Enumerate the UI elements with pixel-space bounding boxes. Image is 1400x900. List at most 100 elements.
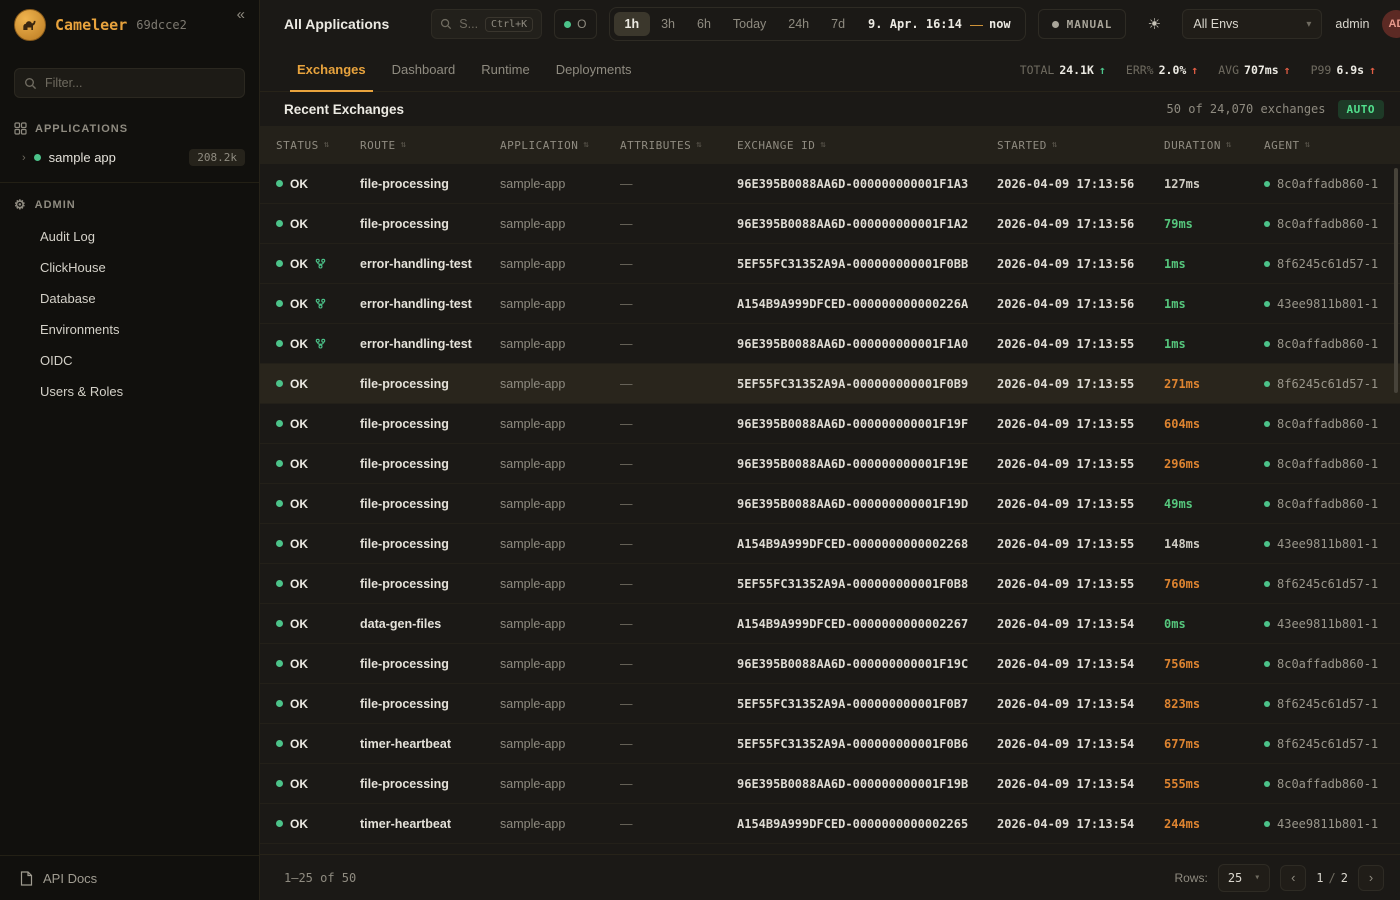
table-row[interactable]: OK error-handling-test sample-app — A154… [260, 284, 1400, 324]
table-row[interactable]: OK error-handling-test sample-app — 5EF5… [260, 244, 1400, 284]
table-row[interactable]: OK file-processing sample-app — 96E395B0… [260, 164, 1400, 204]
sidebar-item-database[interactable]: Database [0, 283, 259, 314]
column-header-route[interactable]: ROUTE⇅ [360, 139, 500, 152]
environment-select[interactable]: All Envs ▾ [1182, 9, 1322, 39]
column-header-status[interactable]: STATUS⇅ [276, 139, 360, 152]
previous-page-button[interactable]: ‹ [1280, 865, 1306, 891]
attributes-cell: — [620, 217, 737, 231]
status-cell: OK [276, 377, 360, 391]
exchange-id-cell: 96E395B0088AA6D-000000000001F1A0 [737, 337, 997, 351]
exchange-id-cell: 96E395B0088AA6D-000000000001F1A3 [737, 177, 997, 191]
sidebar-item-clickhouse[interactable]: ClickHouse [0, 252, 259, 283]
table-row[interactable]: OK file-processing sample-app — 5EF55FC3… [260, 364, 1400, 404]
time-range-today[interactable]: Today [722, 12, 777, 36]
theme-toggle-button[interactable]: ☀ [1139, 9, 1169, 39]
table-row[interactable]: OK timer-heartbeat sample-app — A154B9A9… [260, 804, 1400, 844]
online-toggle[interactable]: O [554, 9, 596, 39]
route-cell: file-processing [360, 777, 500, 791]
started-cell: 2026-04-09 17:13:54 [997, 777, 1164, 791]
agent-cell: 8f6245c61d57-1 [1264, 377, 1384, 391]
application-cell: sample-app [500, 617, 620, 631]
camel-logo-icon[interactable] [14, 9, 46, 41]
duration-cell: 296ms [1164, 457, 1264, 471]
tab-dashboard[interactable]: Dashboard [379, 48, 469, 91]
exchange-id-cell: A154B9A999DFCED-0000000000002267 [737, 617, 997, 631]
global-search-input[interactable]: S... Ctrl+K [431, 9, 542, 39]
table-row[interactable]: OK data-gen-files sample-app — A154B9A99… [260, 604, 1400, 644]
sidebar-item-audit-log[interactable]: Audit Log [0, 221, 259, 252]
sidebar: Cameleer 69dcce2 « Filter... APPLICATION… [0, 0, 260, 900]
table-row[interactable]: OK file-processing sample-app — 96E395B0… [260, 204, 1400, 244]
fork-icon [315, 298, 326, 309]
chevron-right-icon[interactable]: › [22, 152, 26, 164]
agent-status-dot [1264, 741, 1270, 747]
sidebar-collapse-icon[interactable]: « [237, 0, 245, 23]
table-row[interactable]: OK file-processing sample-app — 5EF55FC3… [260, 564, 1400, 604]
sidebar-item-sample-app[interactable]: › sample app 208.2k [0, 143, 259, 174]
column-header-agent[interactable]: AGENT⇅ [1264, 139, 1384, 152]
application-cell: sample-app [500, 777, 620, 791]
column-header-duration[interactable]: DURATION⇅ [1164, 139, 1264, 152]
attributes-cell: — [620, 297, 737, 311]
time-range-6h[interactable]: 6h [686, 12, 722, 36]
status-label: OK [290, 577, 308, 591]
agent-id: 43ee9811b801-1 [1277, 297, 1378, 311]
tab-exchanges[interactable]: Exchanges [284, 48, 379, 91]
stat-avg: AVG707ms↑ [1218, 63, 1290, 77]
search-icon [440, 18, 452, 30]
sort-icon: ⇅ [1052, 140, 1058, 150]
column-header-application[interactable]: APPLICATION⇅ [500, 139, 620, 152]
range-start[interactable]: 9. Apr. 16:14 [856, 17, 968, 31]
next-page-button[interactable]: › [1358, 865, 1384, 891]
time-range-7d[interactable]: 7d [820, 12, 856, 36]
table-row[interactable]: OK file-processing sample-app — 96E395B0… [260, 444, 1400, 484]
sidebar-item-oidc[interactable]: OIDC [0, 345, 259, 376]
sidebar-filter-input[interactable]: Filter... [14, 68, 245, 98]
table-row[interactable]: OK file-processing sample-app — 96E395B0… [260, 484, 1400, 524]
agent-id: 8c0affadb860-1 [1277, 337, 1378, 351]
table-row[interactable]: OK error-handling-test sample-app — 96E3… [260, 324, 1400, 364]
started-cell: 2026-04-09 17:13:56 [997, 297, 1164, 311]
table-row[interactable]: OK timer-heartbeat sample-app — 5EF55FC3… [260, 724, 1400, 764]
status-cell: OK [276, 177, 360, 191]
agent-cell: 8c0affadb860-1 [1264, 657, 1384, 671]
column-header-exchange-id[interactable]: EXCHANGE ID⇅ [737, 139, 997, 152]
chevron-right-icon: › [1369, 870, 1373, 885]
page-separator: / [1329, 871, 1336, 885]
column-header-started[interactable]: STARTED⇅ [997, 139, 1164, 152]
status-label: OK [290, 257, 308, 271]
table-row[interactable]: OK file-processing sample-app — 96E395B0… [260, 764, 1400, 804]
status-cell: OK [276, 617, 360, 631]
status-label: OK [290, 417, 308, 431]
column-header-attributes[interactable]: ATTRIBUTES⇅ [620, 139, 737, 152]
sidebar-item-environments[interactable]: Environments [0, 314, 259, 345]
auto-refresh-badge[interactable]: AUTO [1338, 100, 1385, 119]
avatar[interactable]: AD [1382, 10, 1400, 38]
application-cell: sample-app [500, 177, 620, 191]
time-range-24h[interactable]: 24h [777, 12, 820, 36]
tab-deployments[interactable]: Deployments [543, 48, 645, 91]
time-range-1h[interactable]: 1h [614, 12, 651, 36]
total-pages: 2 [1341, 871, 1348, 885]
sidebar-item-users-roles[interactable]: Users & Roles [0, 376, 259, 407]
status-label: OK [290, 737, 308, 751]
rows-per-page-select[interactable]: 25 ▾ [1218, 864, 1270, 892]
scrollbar-thumb[interactable] [1394, 168, 1398, 393]
time-range-3h[interactable]: 3h [650, 12, 686, 36]
sidebar-item-api-docs[interactable]: API Docs [0, 855, 259, 900]
table-row[interactable]: OK file-processing sample-app — 96E395B0… [260, 404, 1400, 444]
agent-cell: 43ee9811b801-1 [1264, 297, 1384, 311]
exchange-count-summary: 50 of 24,070 exchanges [1167, 102, 1326, 116]
table-row[interactable]: OK file-processing sample-app — 5EF55FC3… [260, 684, 1400, 724]
time-range-pills: 1h3h6hToday24h7d [614, 12, 857, 36]
tab-stats: TOTAL24.1K↑ERR%2.0%↑AVG707ms↑P996.9s↑ [1020, 48, 1376, 91]
range-end[interactable]: now [985, 17, 1021, 31]
attributes-cell: — [620, 497, 737, 511]
table-row[interactable]: OK file-processing sample-app — 96E395B0… [260, 644, 1400, 684]
table-row[interactable]: OK file-processing sample-app — A154B9A9… [260, 524, 1400, 564]
application-cell: sample-app [500, 697, 620, 711]
manual-refresh-button[interactable]: MANUAL [1038, 9, 1127, 39]
duration-cell: 760ms [1164, 577, 1264, 591]
tab-runtime[interactable]: Runtime [468, 48, 542, 91]
list-header: Recent Exchanges 50 of 24,070 exchanges … [260, 92, 1400, 126]
